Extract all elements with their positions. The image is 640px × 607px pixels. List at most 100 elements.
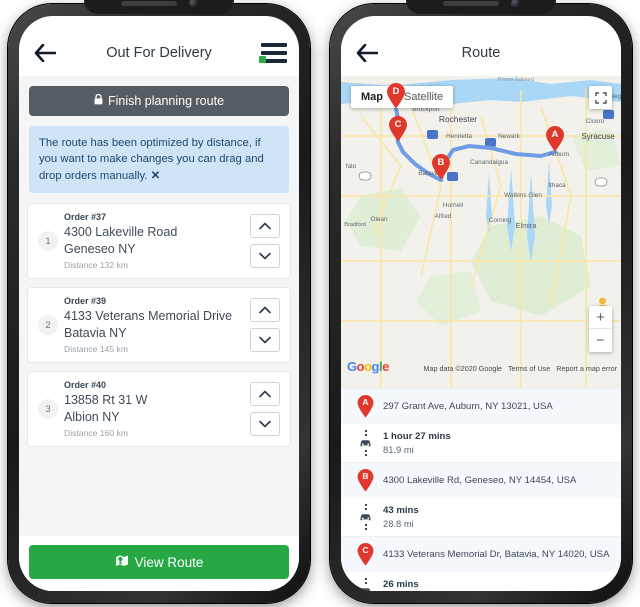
camera-icon — [188, 0, 198, 8]
table-row[interactable]: 2 Order #39 4133 Veterans Memorial Drive… — [27, 287, 291, 364]
map-marker-b[interactable]: B — [431, 153, 450, 180]
list-item[interactable]: B 4300 Lakeville Rd, Geneseo, NY 14454, … — [341, 462, 621, 498]
map-marker-d[interactable]: D — [386, 83, 405, 109]
list-item[interactable]: C 4133 Veterans Memorial Dr, Batavia, NY… — [341, 536, 621, 572]
screen-right: Route Rochester Brockport Henrietta Newa… — [341, 16, 621, 591]
driving-icon — [357, 578, 374, 591]
back-arrow-icon[interactable] — [353, 39, 381, 67]
order-reorder-controls — [250, 298, 280, 353]
stop-label: C — [362, 545, 369, 555]
speaker-icon — [120, 0, 177, 6]
route-map[interactable]: Oswego Rochester Brockport Henrietta New… — [341, 76, 621, 388]
list-item[interactable]: A 297 Grant Ave, Auburn, NY 13021, USA — [341, 388, 621, 424]
leg-info: 1 hour 27 mins 81.9 mi — [383, 431, 451, 455]
route-optimized-alert: The route has been optimized by distance… — [29, 126, 289, 194]
order-reorder-controls — [250, 382, 280, 437]
dotted-line — [364, 430, 367, 436]
report-map-error-link[interactable]: Report a map error — [556, 364, 617, 373]
camera-icon — [510, 0, 520, 8]
map-label: Cicero — [586, 118, 605, 125]
list-item: 26 mins 17.9 mi — [341, 572, 621, 591]
table-row[interactable]: 3 Order #40 13858 Rt 31 W Albion NY Dist… — [27, 371, 291, 448]
view-route-button[interactable]: View Route — [29, 545, 289, 579]
logo-letter: o — [364, 359, 372, 374]
move-down-button[interactable] — [250, 328, 280, 353]
page-title: Out For Delivery — [106, 45, 212, 61]
phone-right: Route Rochester Brockport Henrietta Newa… — [330, 0, 632, 603]
phone-left: Out For Delivery Finish planning route T… — [8, 0, 310, 603]
marker-label: A — [551, 129, 559, 141]
stop-address: 4300 Lakeville Rd, Geneseo, NY 14454, US… — [383, 475, 577, 486]
stop-label: B — [362, 471, 369, 481]
order-index: 3 — [38, 399, 58, 420]
back-arrow-icon[interactable] — [31, 39, 59, 67]
leg-duration: 26 mins — [383, 579, 419, 590]
dotted-line — [364, 450, 367, 456]
order-index: 1 — [38, 231, 58, 252]
zoom-out-button[interactable]: − — [589, 329, 612, 352]
map-label: Elmira — [516, 221, 538, 230]
lock-icon — [94, 93, 103, 108]
logo-letter: G — [347, 359, 357, 374]
stop-address: 297 Grant Ave, Auburn, NY 13021, USA — [383, 401, 553, 412]
burger-line — [261, 43, 287, 47]
dotted-line — [364, 524, 367, 530]
order-info: Order #40 13858 Rt 31 W Albion NY Distan… — [64, 380, 250, 438]
map-canvas: Oswego Rochester Brockport Henrietta New… — [341, 76, 621, 388]
leg-distance: 28.8 mi — [383, 518, 414, 529]
stop-pin-icon: A — [357, 395, 374, 418]
leg-distance: 81.9 mi — [383, 444, 414, 455]
order-index: 2 — [38, 315, 58, 336]
map-label: Alfred — [435, 213, 452, 220]
order-reorder-controls — [250, 214, 280, 269]
map-zoom-controls[interactable]: + − — [589, 306, 612, 352]
order-number: Order #39 — [64, 296, 107, 307]
dotted-line — [364, 578, 367, 584]
close-icon[interactable]: ✕ — [151, 170, 160, 182]
order-address-line2: Albion NY — [64, 409, 120, 424]
order-distance: Distance 160 km — [64, 428, 129, 439]
marker-label: C — [394, 119, 402, 131]
order-number: Order #37 — [64, 212, 107, 223]
order-list: 1 Order #37 4300 Lakeville Road Geneseo … — [19, 203, 299, 536]
view-route-label: View Route — [134, 554, 204, 570]
stop-label: A — [362, 397, 369, 407]
burger-line — [261, 51, 287, 55]
order-distance: Distance 145 km — [64, 344, 129, 355]
table-row[interactable]: 1 Order #37 4300 Lakeville Road Geneseo … — [27, 203, 291, 280]
terms-of-use-link[interactable]: Terms of Use — [508, 364, 550, 373]
order-address-line1: 4300 Lakeville Road — [64, 225, 178, 240]
menu-notification-dot — [259, 56, 266, 63]
finish-planning-route-button[interactable]: Finish planning route — [29, 86, 289, 116]
map-label: Prince Edward — [498, 77, 534, 83]
move-down-button[interactable] — [250, 412, 280, 437]
map-label: Canandaigua — [470, 159, 508, 166]
move-up-button[interactable] — [250, 214, 280, 239]
move-up-button[interactable] — [250, 382, 280, 407]
map-label: Bradford — [344, 222, 365, 228]
phone-notch-left — [84, 0, 234, 14]
leg-duration: 1 hour 27 mins — [383, 431, 451, 442]
map-label: Henrietta — [446, 133, 472, 140]
speaker-icon — [442, 0, 499, 6]
hamburger-menu-icon[interactable] — [259, 43, 287, 63]
map-marker-a[interactable]: A — [545, 126, 564, 152]
fullscreen-icon[interactable] — [589, 86, 612, 109]
zoom-in-button[interactable]: + — [589, 306, 612, 329]
google-logo: Google — [347, 359, 389, 374]
move-up-button[interactable] — [250, 298, 280, 323]
footer-left: View Route — [19, 536, 299, 591]
order-address-line1: 13858 Rt 31 W — [64, 393, 148, 408]
map-route-icon — [115, 554, 129, 570]
header-route: Route — [341, 30, 621, 76]
map-label: falo — [346, 163, 357, 170]
leg-duration: 43 mins — [383, 505, 419, 516]
map-label: Watkins Glen — [504, 192, 542, 199]
map-marker-c[interactable]: C — [389, 116, 408, 142]
map-label: Rochester — [439, 114, 477, 124]
move-down-button[interactable] — [250, 244, 280, 269]
stop-pin-icon: C — [357, 543, 374, 566]
map-label: Corning — [489, 217, 512, 224]
stop-pin-icon: B — [357, 469, 374, 492]
stop-address: 4133 Veterans Memorial Dr, Batavia, NY 1… — [383, 549, 610, 560]
